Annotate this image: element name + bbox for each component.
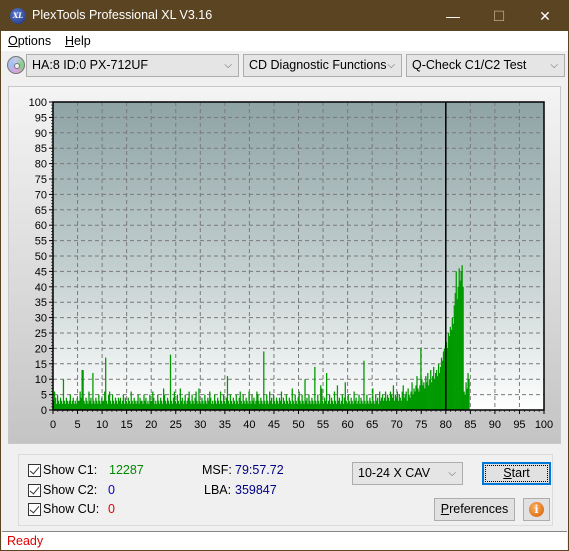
x-tick-label: 75: [415, 419, 427, 431]
x-tick-label: 85: [464, 419, 476, 431]
cu-count-value: 0: [108, 502, 115, 516]
show-c2-label: Show C2:: [43, 483, 98, 497]
x-tick-label: 15: [121, 419, 133, 431]
y-tick-label: 5: [41, 390, 47, 402]
y-tick-label: 95: [35, 112, 47, 124]
speed-select[interactable]: 10-24 X CAV ⌵: [352, 462, 463, 485]
lba-label: LBA:: [204, 483, 232, 497]
show-c2-checkbox[interactable]: [28, 484, 41, 497]
app-window: XL PlexTools Professional XL V3.16 — ☐ ✕…: [0, 0, 569, 551]
y-tick-label: 50: [35, 251, 47, 263]
x-tick-label: 100: [535, 419, 553, 431]
x-tick-label: 35: [219, 419, 231, 431]
x-tick-label: 55: [317, 419, 329, 431]
x-tick-label: 0: [50, 419, 56, 431]
x-tick-label: 90: [489, 419, 501, 431]
y-tick-label: 55: [35, 236, 47, 248]
y-tick-label: 0: [41, 405, 47, 417]
status-bar: Ready: [2, 531, 567, 550]
y-tick-label: 100: [29, 97, 47, 109]
msf-label: MSF:: [202, 463, 232, 477]
y-tick-label: 10: [35, 374, 47, 386]
y-tick-label: 65: [35, 205, 47, 217]
y-tick-label: 70: [35, 189, 47, 201]
y-tick-label: 35: [35, 297, 47, 309]
y-tick-label: 85: [35, 143, 47, 155]
x-tick-label: 5: [74, 419, 80, 431]
x-tick-label: 80: [440, 419, 452, 431]
x-tick-label: 60: [341, 419, 353, 431]
show-c1-label: Show C1:: [43, 463, 98, 477]
x-tick-label: 50: [292, 419, 304, 431]
start-button[interactable]: Start: [482, 462, 551, 485]
x-tick-label: 95: [513, 419, 525, 431]
speed-select-value: 10-24 X CAV: [358, 466, 431, 480]
show-c1-checkbox[interactable]: [28, 464, 41, 477]
preferences-label: references: [449, 502, 509, 516]
y-tick-label: 60: [35, 220, 47, 232]
y-tick-label: 20: [35, 343, 47, 355]
x-tick-label: 20: [145, 419, 157, 431]
y-tick-label: 15: [35, 359, 47, 371]
start-accel: S: [503, 466, 512, 480]
preferences-button[interactable]: Preferences: [434, 498, 515, 521]
y-tick-label: 45: [35, 266, 47, 278]
info-icon: i: [529, 502, 544, 517]
x-tick-label: 65: [366, 419, 378, 431]
start-label: tart: [511, 466, 530, 480]
chevron-down-icon: ⌵: [448, 468, 456, 479]
show-cu-checkbox[interactable]: [28, 503, 41, 516]
x-tick-label: 30: [194, 419, 206, 431]
y-tick-label: 90: [35, 128, 47, 140]
msf-value: 79:57.72: [235, 463, 284, 477]
y-tick-label: 40: [35, 282, 47, 294]
x-tick-label: 10: [96, 419, 108, 431]
y-tick-label: 25: [35, 328, 47, 340]
status-text: Ready: [7, 534, 44, 548]
preferences-accel: P: [440, 502, 450, 516]
c2-count-value: 0: [108, 483, 115, 497]
info-button[interactable]: i: [523, 498, 550, 521]
y-tick-label: 75: [35, 174, 47, 186]
c1-bar: [468, 379, 470, 410]
y-tick-label: 30: [35, 313, 47, 325]
x-tick-label: 25: [170, 419, 182, 431]
c1-count-value: 12287: [109, 463, 144, 477]
y-tick-label: 80: [35, 159, 47, 171]
x-tick-label: 70: [391, 419, 403, 431]
show-cu-label: Show CU:: [43, 502, 100, 516]
lba-value: 359847: [235, 483, 277, 497]
x-tick-label: 45: [268, 419, 280, 431]
x-tick-label: 40: [243, 419, 255, 431]
